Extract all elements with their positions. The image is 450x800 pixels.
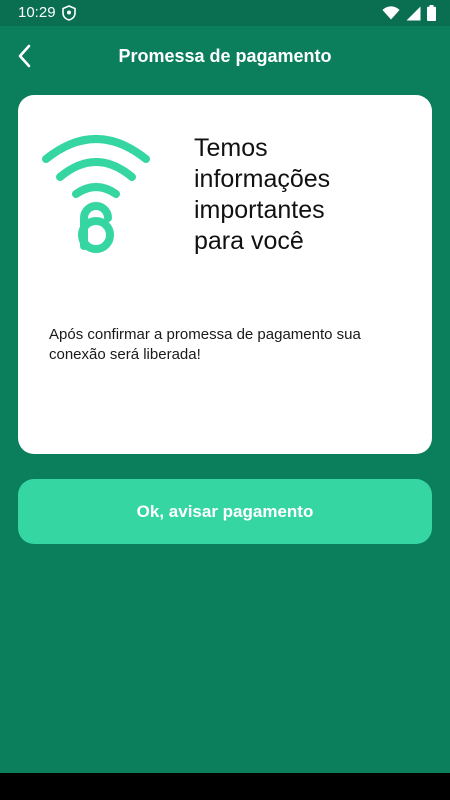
card-message: Após confirmar a promessa de pagamento s…: [49, 326, 361, 363]
shield-icon: [62, 5, 76, 21]
page-title: Promessa de pagamento: [118, 46, 332, 66]
navigation-bar: [0, 773, 450, 800]
status-icons: [382, 5, 436, 21]
wifi-icon: [382, 6, 400, 20]
status-time: 10:29: [18, 4, 56, 21]
confirm-payment-button[interactable]: Ok, avisar pagamento: [18, 479, 432, 544]
info-card: Temos informações importantes para você …: [18, 95, 432, 454]
status-bar: 10:29: [0, 0, 450, 26]
wifi-lock-icon: [42, 135, 150, 253]
card-heading: Temos informações importantes para você: [194, 134, 331, 255]
signal-icon: [406, 6, 421, 20]
battery-icon: [427, 5, 436, 21]
app-bar: Promessa de pagamento: [0, 26, 450, 86]
